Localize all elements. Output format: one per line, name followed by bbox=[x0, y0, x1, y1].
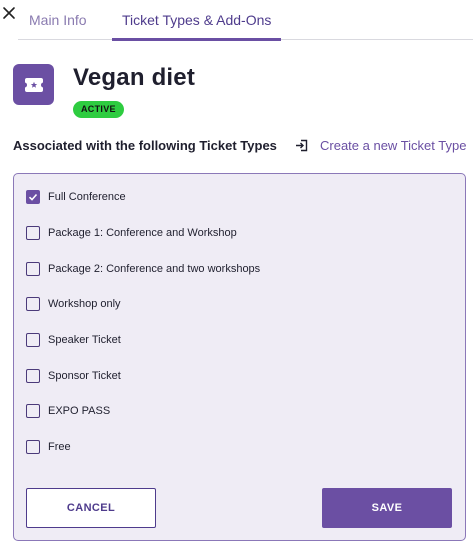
ticket-type-label: Package 2: Conference and two workshops bbox=[48, 263, 261, 275]
checkbox[interactable] bbox=[26, 404, 40, 418]
section-label: Associated with the following Ticket Typ… bbox=[13, 138, 277, 153]
create-ticket-type-label: Create a new Ticket Type bbox=[320, 138, 467, 153]
ticket-type-label: Sponsor Ticket bbox=[48, 370, 121, 382]
create-ticket-type-link[interactable]: Create a new Ticket Type bbox=[295, 138, 466, 153]
page-title: Vegan diet bbox=[73, 64, 196, 91]
ticket-type-row-sponsor-ticket[interactable]: Sponsor Ticket bbox=[26, 366, 121, 386]
cancel-button[interactable]: CANCEL bbox=[26, 488, 156, 528]
tab-bar: Main Info Ticket Types & Add-Ons bbox=[18, 0, 473, 41]
ticket-type-row-package-1[interactable]: Package 1: Conference and Workshop bbox=[26, 223, 237, 243]
ticket-type-label: Speaker Ticket bbox=[48, 334, 121, 346]
ticket-type-row-full-conference[interactable]: Full Conference bbox=[26, 187, 126, 207]
checkbox[interactable] bbox=[26, 190, 40, 204]
checkbox[interactable] bbox=[26, 333, 40, 347]
ticket-type-row-speaker-ticket[interactable]: Speaker Ticket bbox=[26, 330, 121, 350]
status-badge: ACTIVE bbox=[73, 101, 124, 118]
ticket-type-label: Full Conference bbox=[48, 191, 126, 203]
checkbox[interactable] bbox=[26, 440, 40, 454]
ticket-type-row-workshop-only[interactable]: Workshop only bbox=[26, 294, 121, 314]
save-button[interactable]: SAVE bbox=[322, 488, 452, 528]
tab-ticket-types-add-ons[interactable]: Ticket Types & Add-Ons bbox=[111, 0, 282, 41]
tab-main-info[interactable]: Main Info bbox=[29, 0, 87, 40]
ticket-type-row-free[interactable]: Free bbox=[26, 437, 71, 457]
close-icon[interactable] bbox=[2, 6, 16, 20]
checkbox[interactable] bbox=[26, 297, 40, 311]
ticket-type-label: Package 1: Conference and Workshop bbox=[48, 227, 237, 239]
checkbox[interactable] bbox=[26, 226, 40, 240]
ticket-type-label: Workshop only bbox=[48, 298, 121, 310]
ticket-type-row-package-2[interactable]: Package 2: Conference and two workshops bbox=[26, 259, 260, 279]
login-arrow-icon bbox=[296, 139, 308, 152]
ticket-icon bbox=[13, 64, 54, 105]
check-icon bbox=[28, 193, 38, 201]
ticket-types-panel: Full Conference Package 1: Conference an… bbox=[13, 173, 466, 541]
checkbox[interactable] bbox=[26, 369, 40, 383]
ticket-type-label: Free bbox=[48, 441, 71, 453]
ticket-type-row-expo-pass[interactable]: EXPO PASS bbox=[26, 401, 110, 421]
checkbox[interactable] bbox=[26, 262, 40, 276]
ticket-type-label: EXPO PASS bbox=[48, 405, 111, 417]
